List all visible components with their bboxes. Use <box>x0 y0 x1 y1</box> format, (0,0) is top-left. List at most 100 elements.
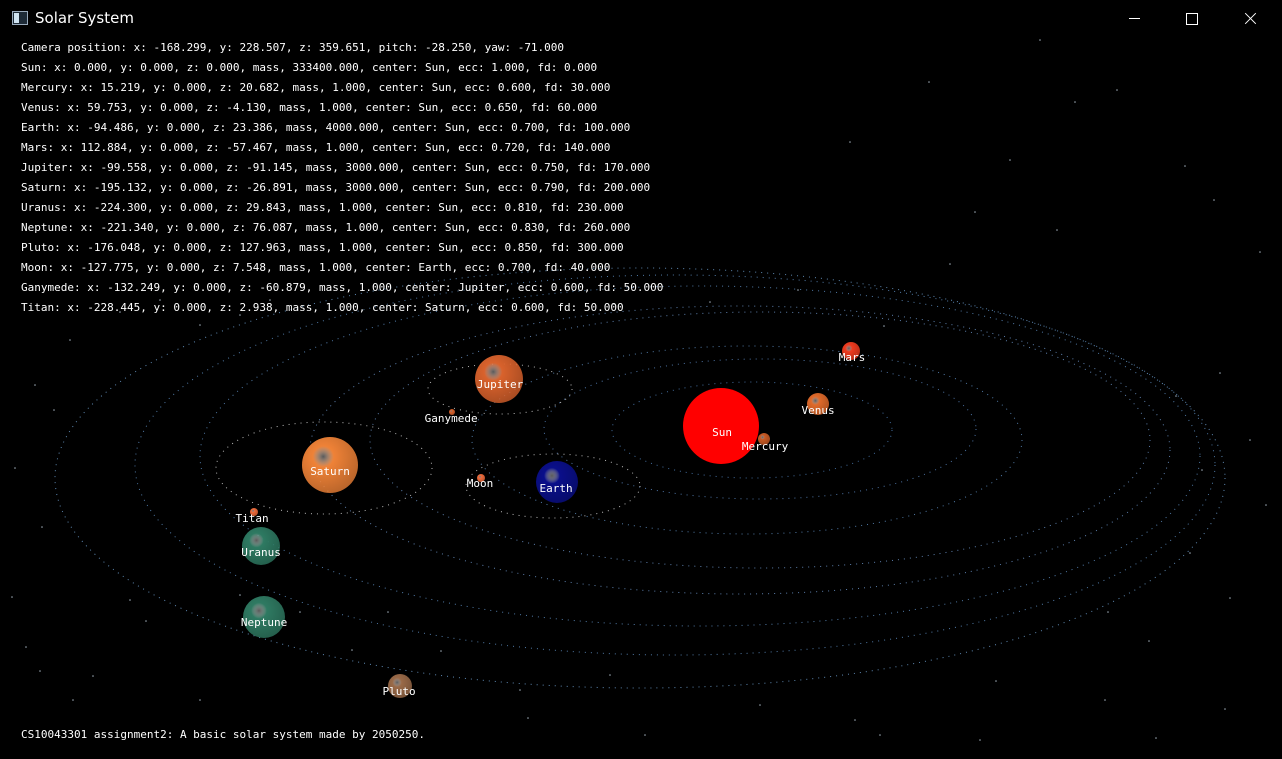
debug-info-panel: Camera position: x: -168.299, y: 228.507… <box>21 38 663 318</box>
body-moon: Moon <box>467 474 494 490</box>
pluto-label: Pluto <box>383 685 416 698</box>
star <box>1265 504 1267 506</box>
info-line: Mercury: x: 15.219, y: 0.000, z: 20.682,… <box>21 81 611 94</box>
star <box>1107 611 1109 613</box>
celestial-bodies: Sun Mercury Venus Earth Mars Jupiter Saturn Ura… <box>236 342 866 698</box>
star <box>1201 469 1203 471</box>
saturn-label: Saturn <box>310 465 350 478</box>
body-titan: Titan <box>236 508 269 525</box>
star <box>72 699 74 701</box>
star <box>92 675 94 677</box>
star <box>145 620 147 622</box>
star <box>974 211 976 213</box>
star <box>883 325 885 327</box>
info-line: Mars: x: 112.884, y: 0.000, z: -57.467, … <box>21 141 611 154</box>
star <box>1148 640 1150 642</box>
orbit-venus <box>543 358 977 500</box>
mars-label: Mars <box>839 351 866 364</box>
star <box>1219 372 1221 374</box>
window-title: Solar System <box>35 9 134 27</box>
info-line: Earth: x: -94.486, y: 0.000, z: 23.386, … <box>21 121 631 134</box>
info-line: Pluto: x: -176.048, y: 0.000, z: 127.963… <box>21 241 624 254</box>
star <box>1116 89 1118 91</box>
star <box>351 649 353 651</box>
star <box>1213 199 1215 201</box>
star <box>25 646 27 648</box>
star <box>1056 229 1058 231</box>
star <box>239 594 241 596</box>
orbit-paths <box>54 267 1226 689</box>
info-line: Uranus: x: -224.300, y: 0.000, z: 29.843… <box>21 201 624 214</box>
star <box>995 680 997 682</box>
body-uranus: Uranus <box>241 527 281 565</box>
star <box>527 717 529 719</box>
body-saturn: Saturn <box>302 437 358 493</box>
body-venus: Venus <box>802 393 835 417</box>
star <box>1175 395 1177 397</box>
jupiter-label: Jupiter <box>477 378 524 391</box>
star <box>879 734 881 736</box>
body-neptune: Neptune <box>241 596 287 638</box>
minimize-button[interactable] <box>1105 0 1163 38</box>
info-line: Moon: x: -127.775, y: 0.000, z: 7.548, m… <box>21 261 611 274</box>
uranus-label: Uranus <box>241 546 281 559</box>
star <box>11 596 13 598</box>
ganymede-label: Ganymede <box>425 412 478 425</box>
star <box>644 734 646 736</box>
star <box>1039 39 1041 41</box>
star <box>759 704 761 706</box>
star <box>1259 251 1261 253</box>
star <box>34 384 36 386</box>
maximize-button[interactable] <box>1163 0 1221 38</box>
star <box>928 81 930 83</box>
star <box>1009 159 1011 161</box>
body-earth: Earth <box>536 461 578 503</box>
star <box>519 689 521 691</box>
mercury-label: Mercury <box>742 440 789 453</box>
star <box>854 719 856 721</box>
star <box>949 263 951 265</box>
body-mars: Mars <box>839 342 866 364</box>
star <box>609 674 611 676</box>
star <box>39 670 41 672</box>
star <box>979 739 981 741</box>
moon-label: Moon <box>467 477 494 490</box>
star <box>849 141 851 143</box>
star <box>129 599 131 601</box>
app-window-icon <box>12 11 28 25</box>
title-bar: Solar System <box>0 0 1282 38</box>
star <box>797 289 799 291</box>
star <box>440 650 442 652</box>
orbit-uranus <box>134 274 1216 656</box>
star <box>1189 552 1191 554</box>
info-line: Neptune: x: -221.340, y: 0.000, z: 76.08… <box>21 221 631 234</box>
star <box>199 324 201 326</box>
body-jupiter: Jupiter <box>475 355 524 403</box>
info-line: Ganymede: x: -132.249, y: 0.000, z: -60.… <box>21 281 664 294</box>
star <box>199 699 201 701</box>
star <box>1249 439 1251 441</box>
info-line: Saturn: x: -195.132, y: 0.000, z: -26.89… <box>21 181 651 194</box>
star <box>1155 737 1157 739</box>
info-line: Jupiter: x: -99.558, y: 0.000, z: -91.14… <box>21 161 651 174</box>
close-button[interactable] <box>1221 0 1279 38</box>
info-line: Titan: x: -228.445, y: 0.000, z: 2.938, … <box>21 301 624 314</box>
titan-label: Titan <box>236 512 269 525</box>
star <box>1074 101 1076 103</box>
earth-label: Earth <box>540 482 573 495</box>
star <box>41 526 43 528</box>
star <box>1224 708 1226 710</box>
star <box>387 611 389 613</box>
star <box>69 339 71 341</box>
footer-caption: CS10043301 assignment2: A basic solar sy… <box>21 728 425 741</box>
neptune-label: Neptune <box>241 616 287 629</box>
star <box>709 301 711 303</box>
info-line: Camera position: x: -168.299, y: 228.507… <box>21 41 565 54</box>
star <box>1184 165 1186 167</box>
info-line: Sun: x: 0.000, y: 0.000, z: 0.000, mass,… <box>21 61 598 74</box>
info-line: Venus: x: 59.753, y: 0.000, z: -4.130, m… <box>21 101 598 114</box>
venus-label: Venus <box>802 404 835 417</box>
star <box>1229 597 1231 599</box>
body-ganymede: Ganymede <box>425 409 478 425</box>
star <box>1104 699 1106 701</box>
